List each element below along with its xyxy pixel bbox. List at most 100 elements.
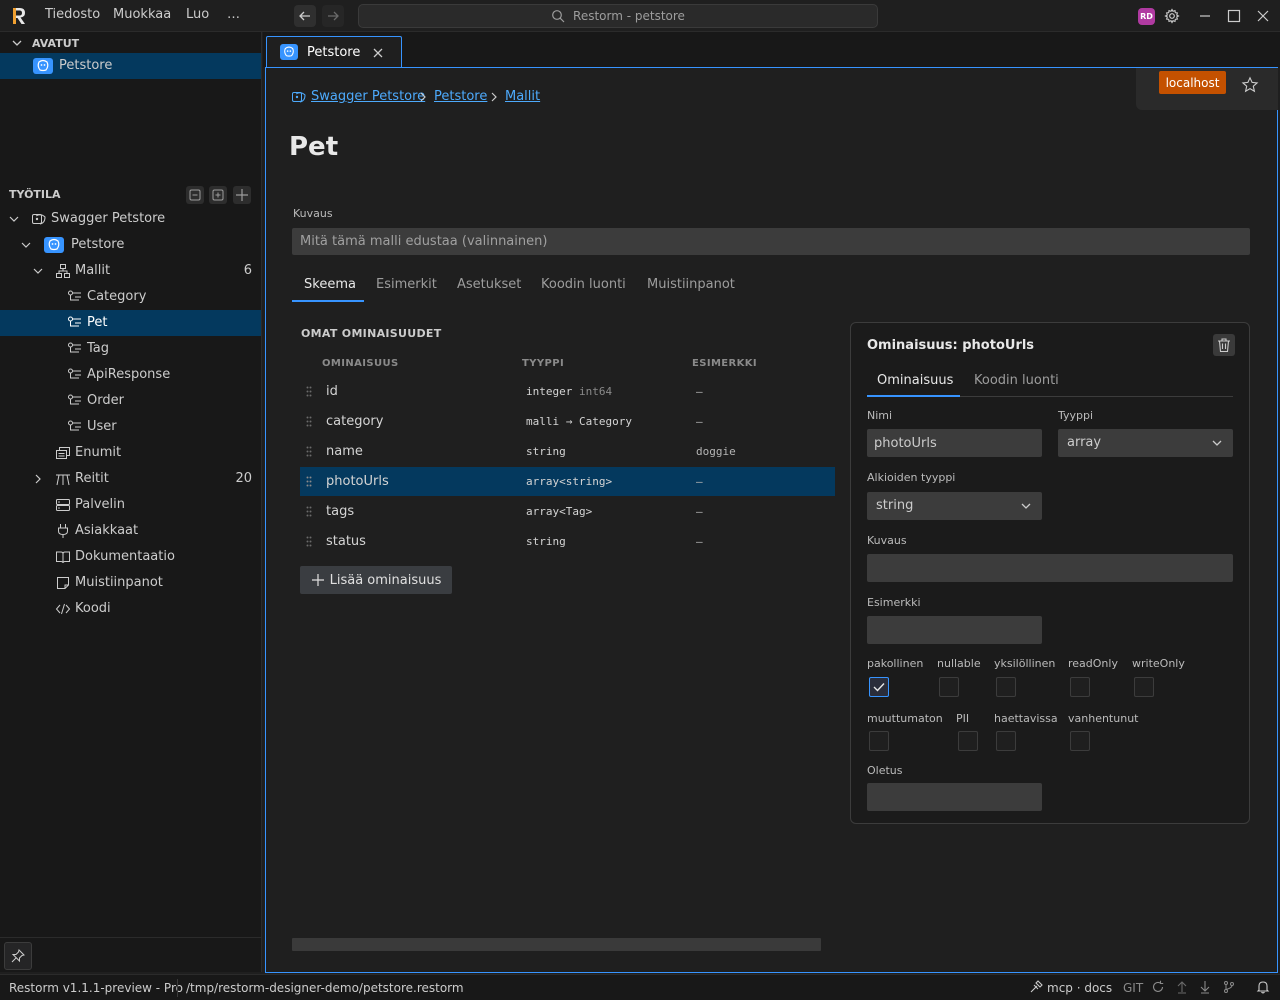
close-window-icon[interactable] [1255, 8, 1271, 24]
tree-item-apiresponse[interactable]: ApiResponse [0, 362, 261, 388]
breadcrumb-mallit[interactable]: Mallit [505, 89, 540, 104]
type-select[interactable]: array [1058, 429, 1233, 457]
tree-item-dokumentaatio[interactable]: Dokumentaatio [0, 544, 261, 570]
file-path[interactable]: /tmp/restorm-designer-demo/petstore.rest… [186, 981, 464, 995]
mcp-docs-status[interactable]: mcp · docs [1047, 981, 1112, 995]
menu-muokkaa[interactable]: Muokkaa [113, 7, 171, 22]
tree-item-asiakkaat[interactable]: Asiakkaat [0, 518, 261, 544]
sidebar: AVATUT Petstore TYÖTILA Swagger Petstore… [0, 32, 262, 972]
name-input[interactable] [867, 429, 1042, 457]
property-example: – [696, 505, 703, 518]
tree-item-koodi[interactable]: Koodi [0, 596, 261, 622]
property-example: – [696, 535, 703, 548]
status-bar: Restorm v1.1.1-preview - Pro /tmp/restor… [0, 974, 1280, 1000]
trash-icon [1218, 338, 1230, 353]
petstore-icon [280, 44, 298, 60]
drag-handle-icon[interactable] [306, 536, 312, 547]
pin-button[interactable] [4, 942, 32, 970]
refresh-icon[interactable] [1151, 980, 1165, 994]
detail-tab-ominaisuus[interactable]: Ominaisuus [877, 373, 953, 388]
item-type-label: Alkioiden tyyppi [867, 471, 956, 484]
minimize-icon[interactable] [1197, 8, 1213, 24]
delete-property-button[interactable] [1213, 334, 1235, 356]
tree-item-reitit[interactable]: Reitit 20 [0, 466, 261, 492]
drag-handle-icon[interactable] [306, 446, 312, 457]
drag-handle-icon[interactable] [306, 416, 312, 427]
breadcrumb-swagger-petstore[interactable]: Swagger Petstore [311, 89, 425, 104]
property-row-tags[interactable]: tags array<Tag> – [300, 497, 835, 526]
model-icon [68, 420, 81, 431]
property-row-category[interactable]: category malli → Category – [300, 407, 835, 436]
menu-more[interactable]: … [227, 7, 240, 22]
checkbox-readonly[interactable] [1070, 677, 1090, 697]
tab-muistiinpanot[interactable]: Muistiinpanot [647, 277, 735, 292]
property-row-status[interactable]: status string – [300, 527, 835, 556]
close-tab-icon[interactable] [372, 47, 384, 59]
detail-description-input[interactable] [867, 554, 1233, 582]
star-icon[interactable] [1241, 76, 1259, 94]
menu-luo[interactable]: Luo [186, 7, 209, 22]
example-input[interactable] [867, 616, 1042, 644]
property-row-photourls[interactable]: photoUrls array<string> – [300, 467, 835, 496]
tab-petstore[interactable]: Petstore [266, 36, 402, 68]
drag-handle-icon[interactable] [306, 386, 312, 397]
open-editors-header[interactable]: AVATUT [0, 34, 262, 54]
checkbox-haettavissa[interactable] [996, 731, 1016, 751]
pull-icon[interactable] [1198, 980, 1212, 994]
collapse-all-button[interactable] [186, 186, 204, 204]
checkbox-pakollinen[interactable] [869, 677, 889, 697]
checkbox-pii[interactable] [958, 731, 978, 751]
property-detail-panel: Ominaisuus: photoUrls Ominaisuus Koodin … [850, 322, 1250, 824]
maximize-icon[interactable] [1226, 8, 1242, 24]
forward-button[interactable] [322, 5, 344, 27]
push-icon[interactable] [1175, 980, 1189, 994]
tree-item-mallit[interactable]: Mallit 6 [0, 258, 261, 284]
checkbox-nullable[interactable] [939, 677, 959, 697]
menu-tiedosto[interactable]: Tiedosto [45, 7, 100, 22]
tree-item-swagger-petstore[interactable]: Swagger Petstore [0, 206, 261, 232]
add-workspace-button[interactable] [233, 186, 251, 204]
expand-all-button[interactable] [209, 186, 227, 204]
tree-item-muistiinpanot[interactable]: Muistiinpanot [0, 570, 261, 596]
tree-item-user[interactable]: User [0, 414, 261, 440]
branch-icon[interactable] [1222, 980, 1236, 994]
horizontal-scrollbar[interactable] [292, 938, 821, 951]
tree-item-petstore[interactable]: Petstore [0, 232, 261, 258]
tree-item-pet[interactable]: Pet [0, 310, 261, 336]
tab-asetukset[interactable]: Asetukset [457, 277, 521, 292]
command-search[interactable]: Restorm - petstore [358, 4, 878, 28]
checkbox-muuttumaton[interactable] [869, 731, 889, 751]
detail-tab-koodin-luonti[interactable]: Koodin luonti [974, 373, 1059, 388]
type-label: Tyyppi [1058, 409, 1094, 422]
checkbox-writeonly[interactable] [1134, 677, 1154, 697]
tree-item-category[interactable]: Category [0, 284, 261, 310]
item-type-select[interactable]: string [867, 492, 1042, 520]
default-input[interactable] [867, 783, 1042, 811]
version-label[interactable]: Restorm v1.1.1-preview - Pro [9, 981, 183, 995]
settings-gear-icon[interactable] [1164, 8, 1180, 24]
description-input[interactable] [292, 228, 1250, 255]
tab-skeema[interactable]: Skeema [304, 277, 356, 292]
tree-item-palvelin[interactable]: Palvelin [0, 492, 261, 518]
chevron-right-icon [35, 474, 41, 484]
bell-icon[interactable] [1256, 980, 1270, 994]
tab-koodin-luonti[interactable]: Koodin luonti [541, 277, 626, 292]
checkbox-yksilollinen[interactable] [996, 677, 1016, 697]
add-property-button[interactable]: Lisää ominaisuus [300, 566, 452, 594]
property-row-name[interactable]: name string doggie [300, 437, 835, 466]
tree-item-enumit[interactable]: Enumit [0, 440, 261, 466]
open-item-petstore[interactable]: Petstore [0, 53, 261, 79]
property-row-id[interactable]: id integer int64 – [300, 377, 835, 406]
tree-item-tag[interactable]: Tag [0, 336, 261, 362]
plug-icon [1030, 980, 1043, 993]
server-badge[interactable]: localhost [1159, 71, 1226, 94]
chevron-right-icon [491, 92, 497, 102]
tab-esimerkit[interactable]: Esimerkit [376, 277, 437, 292]
breadcrumb-petstore[interactable]: Petstore [434, 89, 487, 104]
checkbox-vanhentunut[interactable] [1070, 731, 1090, 751]
back-button[interactable] [294, 5, 316, 27]
drag-handle-icon[interactable] [306, 476, 312, 487]
user-avatar[interactable]: RD [1138, 8, 1155, 25]
tree-item-order[interactable]: Order [0, 388, 261, 414]
drag-handle-icon[interactable] [306, 506, 312, 517]
